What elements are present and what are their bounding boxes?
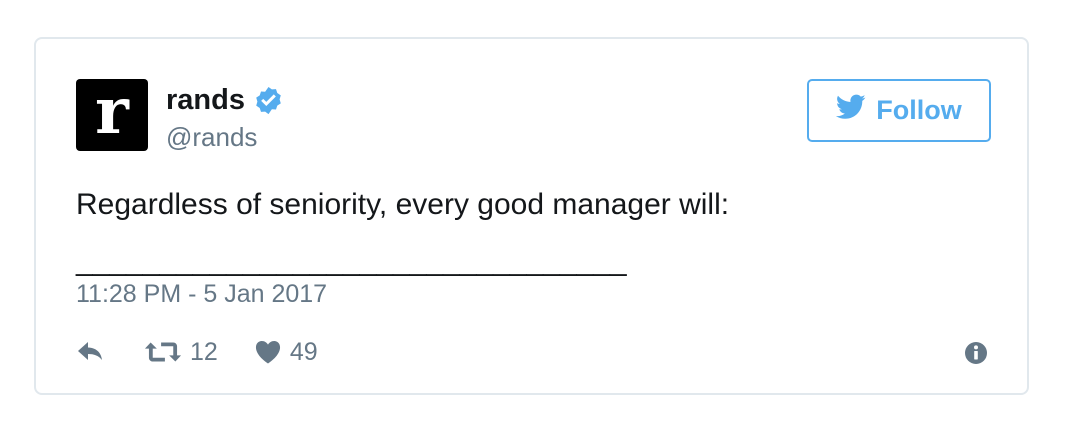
retweet-button[interactable]: 12 xyxy=(144,338,218,367)
tweet-card: r rands @rands Follow Regardless of seni… xyxy=(34,37,1029,395)
reply-button[interactable] xyxy=(76,340,106,364)
author-handle[interactable]: @rands xyxy=(166,121,257,153)
avatar[interactable]: r xyxy=(76,79,148,151)
tweet-timestamp[interactable]: 11:28 PM - 5 Jan 2017 xyxy=(76,277,327,311)
tweet-actions: 12 49 xyxy=(76,335,318,369)
reply-icon xyxy=(76,340,106,364)
follow-button-label: Follow xyxy=(876,95,962,125)
retweet-count: 12 xyxy=(190,337,218,366)
like-count: 49 xyxy=(289,337,318,366)
tweet-blank-line: _________________________________ xyxy=(76,244,627,277)
retweet-icon xyxy=(144,340,182,364)
twitter-bird-icon xyxy=(836,94,866,127)
author-name-row: rands xyxy=(166,83,284,117)
heart-icon xyxy=(254,340,282,364)
tweet-text: Regardless of seniority, every good mana… xyxy=(76,188,730,221)
info-icon[interactable] xyxy=(964,341,988,365)
avatar-letter: r xyxy=(95,79,129,149)
like-button[interactable]: 49 xyxy=(254,338,318,367)
follow-button[interactable]: Follow xyxy=(807,79,991,142)
author-display-name[interactable]: rands xyxy=(166,83,245,117)
verified-badge-icon xyxy=(253,85,284,116)
